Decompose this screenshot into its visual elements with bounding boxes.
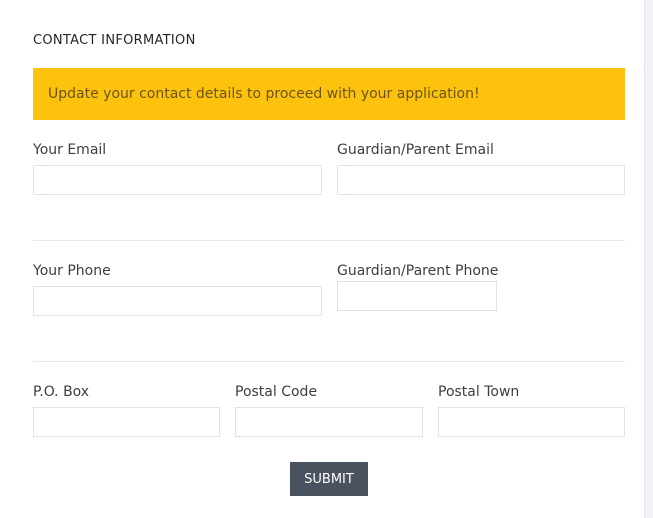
- your-email-label: Your Email: [33, 142, 107, 158]
- po-box-input[interactable]: [33, 407, 220, 437]
- postal-code-label: Postal Code: [235, 384, 318, 400]
- section-title: CONTACT INFORMATION: [33, 33, 196, 48]
- your-phone-input[interactable]: [33, 286, 322, 316]
- postal-town-input[interactable]: [438, 407, 625, 437]
- postal-code-input[interactable]: [235, 407, 423, 437]
- submit-button[interactable]: SUBMIT: [290, 462, 368, 496]
- contact-information-card: CONTACT INFORMATION Update your contact …: [0, 0, 645, 518]
- postal-town-label: Postal Town: [438, 384, 520, 400]
- guardian-phone-input[interactable]: [337, 281, 497, 311]
- guardian-phone-label: Guardian/Parent Phone: [337, 263, 499, 279]
- guardian-email-input[interactable]: [337, 165, 625, 195]
- divider: [33, 361, 625, 362]
- your-email-input[interactable]: [33, 165, 322, 195]
- info-alert: Update your contact details to proceed w…: [33, 68, 625, 120]
- guardian-email-label: Guardian/Parent Email: [337, 142, 494, 158]
- your-phone-label: Your Phone: [33, 263, 111, 279]
- divider: [33, 240, 625, 241]
- po-box-label: P.O. Box: [33, 384, 90, 400]
